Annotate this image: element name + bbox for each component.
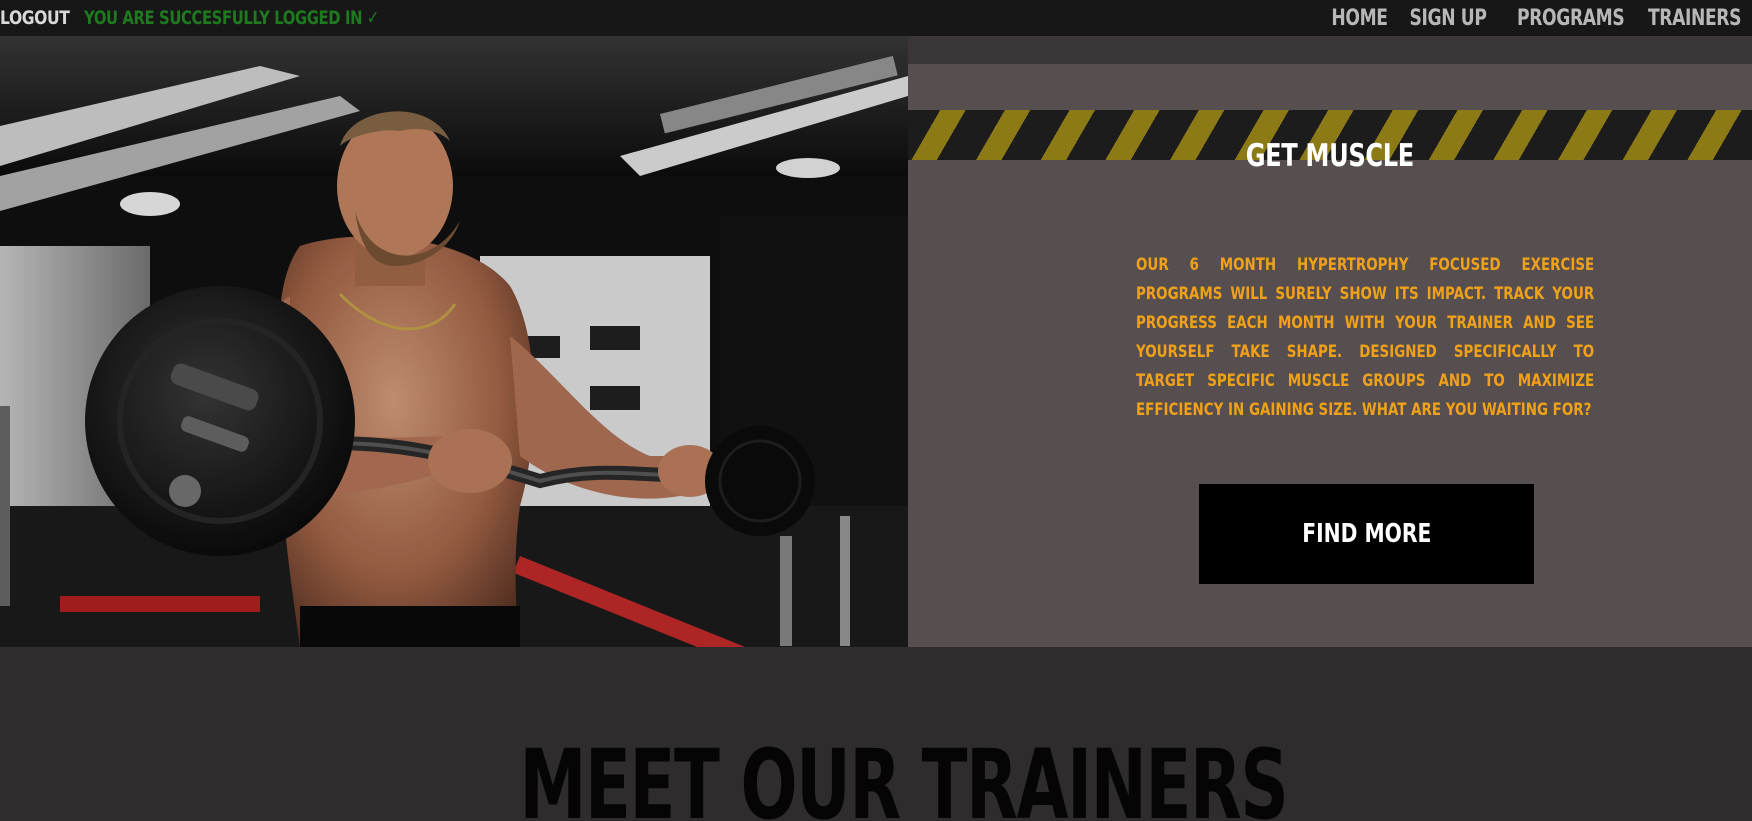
nav-home-link[interactable]: HOME bbox=[1331, 6, 1388, 31]
main-nav: HOME SIGN UP PROGRAMS TRAINERS bbox=[1314, 0, 1742, 36]
program-description: OUR 6 MONTH HYPERTROPHY FOCUSED EXERCISE… bbox=[1136, 255, 1595, 420]
login-status-message: YOU ARE SUCCESFULLY LOGGED IN ✓ bbox=[84, 7, 379, 29]
hero-photo bbox=[0, 36, 908, 647]
nav-programs-link[interactable]: PROGRAMS bbox=[1517, 6, 1625, 31]
find-more-label: FIND MORE bbox=[1301, 519, 1432, 549]
logout-link[interactable]: LOGOUT bbox=[0, 7, 70, 29]
nav-trainers-link[interactable]: TRAINERS bbox=[1648, 6, 1742, 31]
nav-sign-up-link[interactable]: SIGN UP bbox=[1410, 6, 1487, 31]
program-title-text: GET MUSCLE bbox=[1245, 137, 1415, 174]
program-title: GET MUSCLE bbox=[908, 131, 1752, 181]
trainers-heading: MEET OUR TRAINERS bbox=[0, 735, 1752, 821]
trainers-heading-text: MEET OUR TRAINERS bbox=[519, 729, 1288, 821]
panel-top-band bbox=[908, 36, 1752, 64]
top-bar-left: LOGOUT YOU ARE SUCCESFULLY LOGGED IN ✓ bbox=[0, 0, 462, 36]
find-more-button[interactable]: FIND MORE bbox=[1199, 484, 1534, 584]
trainers-section: MEET OUR TRAINERS bbox=[0, 647, 1752, 821]
top-bar: LOGOUT YOU ARE SUCCESFULLY LOGGED IN ✓ H… bbox=[0, 0, 1752, 36]
bodybuilder-photo-icon bbox=[0, 36, 908, 647]
program-panel: GET MUSCLE OUR 6 MONTH HYPERTROPHY FOCUS… bbox=[908, 36, 1752, 647]
